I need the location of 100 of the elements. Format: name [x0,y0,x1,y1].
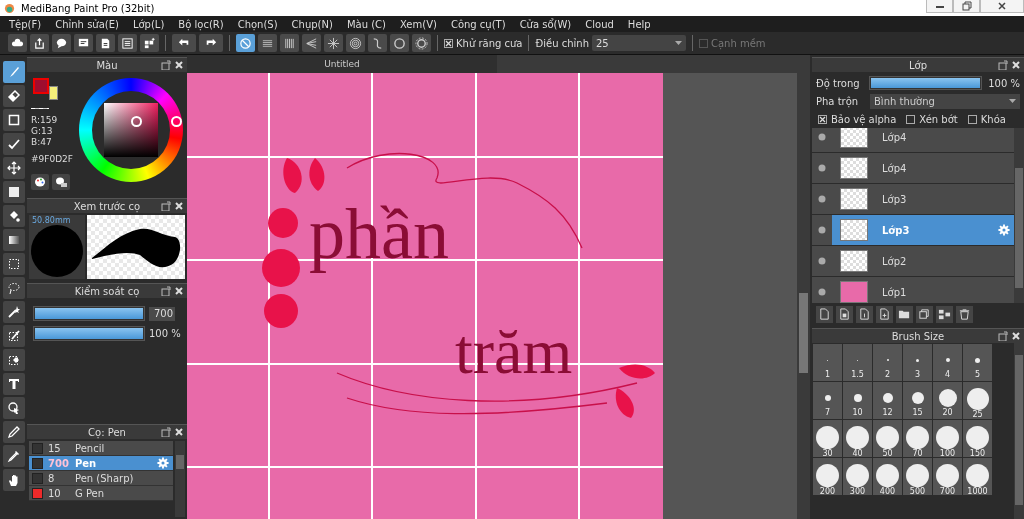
menu-item[interactable]: Chụp(N) [284,18,340,30]
brush-size-preset[interactable]: 200 [813,458,842,495]
close-button[interactable] [174,286,184,296]
menu-item[interactable]: Help [620,18,658,30]
brush-size-preset[interactable]: 700 [933,458,962,495]
brush-size-preset[interactable]: 30 [813,420,842,457]
brush-size-preset[interactable]: 5 [963,344,992,381]
palette-settings-button[interactable] [52,174,70,190]
toolbar-button[interactable] [74,34,93,52]
close-window-button[interactable] [980,0,1024,13]
brush-size-preset[interactable]: 70 [903,420,932,457]
minimize-button[interactable] [926,0,953,13]
brush-size-preset[interactable]: 3 [903,344,932,381]
scrollbar[interactable] [1014,128,1024,303]
brush-size-preset[interactable]: 4 [933,344,962,381]
brush-size-preset[interactable]: 20 [933,382,962,419]
brush-size-preset[interactable]: 1000 [963,458,992,495]
undo-button[interactable] [172,34,196,52]
close-button[interactable] [174,427,184,437]
layer-action-button[interactable] [816,305,833,323]
tool-button[interactable] [2,397,25,419]
scrollbar[interactable] [1014,343,1024,519]
menu-item[interactable]: Cloud [578,18,621,30]
tool-button[interactable] [2,229,25,251]
layer-row[interactable]: Lớp4 [812,153,1014,184]
layer-row[interactable]: Lớp4 [812,128,1014,153]
scrollbar[interactable] [175,441,185,517]
brush-size-preset[interactable]: 15 [903,382,932,419]
popout-button[interactable] [161,201,171,211]
menu-item[interactable]: Xem(V) [392,18,444,30]
tool-button[interactable] [2,157,25,179]
snap-button[interactable] [324,34,343,52]
brush-size-preset[interactable]: 50 [873,420,902,457]
menu-item[interactable]: Bộ lọc(R) [171,18,231,30]
popout-button[interactable] [161,60,171,70]
brush-size-preset[interactable]: 150 [963,420,992,457]
tool-button[interactable] [2,277,25,299]
snap-button[interactable] [258,34,277,52]
layer-action-button[interactable] [916,305,933,323]
tool-button[interactable] [2,325,25,347]
brush-size-preset[interactable]: 7 [813,382,842,419]
tool-button[interactable] [2,205,25,227]
toolbar-button[interactable] [140,34,159,52]
layer-row[interactable]: Lớp3 [812,184,1014,215]
snap-button[interactable] [280,34,299,52]
menu-item[interactable]: Lớp(L) [125,18,172,30]
toolbar-button[interactable] [52,34,71,52]
close-button[interactable] [1011,331,1021,341]
brush-size-preset[interactable]: 2 [873,344,902,381]
snap-button[interactable] [346,34,365,52]
checkbox[interactable] [818,114,827,124]
redo-button[interactable] [199,34,223,52]
close-button[interactable] [174,201,184,211]
toolbar-button[interactable] [118,34,137,52]
snap-button[interactable] [302,34,321,52]
layer-action-button[interactable] [836,305,853,323]
toolbar-button[interactable] [30,34,49,52]
menu-item[interactable]: Màu (C) [339,18,393,30]
value-field[interactable]: 700 [149,306,175,321]
toolbar-button[interactable] [8,34,27,52]
popout-button[interactable] [161,286,171,296]
brush-size-preset[interactable]: 100 [933,420,962,457]
layer-action-button[interactable] [856,305,873,323]
tool-button[interactable] [2,133,25,155]
background-color-swatch[interactable] [49,86,58,100]
popout-button[interactable] [998,60,1008,70]
blend-dropdown[interactable]: Bình thường [870,93,1020,109]
layer-action-button[interactable] [956,305,973,323]
checkbox[interactable] [444,38,453,48]
brush-size-preset[interactable]: 400 [873,458,902,495]
layer-action-button[interactable] [896,305,913,323]
tool-button[interactable] [2,445,25,467]
tool-button[interactable] [2,301,25,323]
menu-item[interactable]: Chỉnh sửa(E) [48,18,126,30]
adjust-dropdown[interactable]: 25 [592,35,686,51]
tool-button[interactable] [2,61,25,83]
close-button[interactable] [174,60,184,70]
restore-button[interactable] [953,0,980,13]
tool-button[interactable] [2,85,25,107]
brush-size-preset[interactable]: 1.5 [843,344,872,381]
layer-row[interactable]: Lớp2 [812,246,1014,277]
tool-button[interactable] [2,469,25,491]
brush-size-preset[interactable]: 12 [873,382,902,419]
menu-item[interactable]: Tệp(F) [2,18,49,30]
tool-button[interactable] [2,109,25,131]
brush-item[interactable]: 10 G Pen [29,486,173,501]
snap-button[interactable] [390,34,409,52]
toolbar-button[interactable] [96,34,115,52]
checkbox[interactable] [967,114,977,124]
brush-size-preset[interactable]: 10 [843,382,872,419]
scrollbar[interactable] [797,73,810,519]
document-tab[interactable]: Untitled [187,55,497,73]
close-button[interactable] [1011,60,1021,70]
foreground-color-swatch[interactable] [33,78,49,94]
tool-button[interactable] [2,373,25,395]
menu-item[interactable]: Chọn(S) [230,18,285,30]
brush-size-preset[interactable]: 300 [843,458,872,495]
brush-item[interactable]: 8 Pen (Sharp) [29,471,173,486]
tool-button[interactable] [2,349,25,371]
brush-item[interactable]: 15 Pencil [29,441,173,456]
